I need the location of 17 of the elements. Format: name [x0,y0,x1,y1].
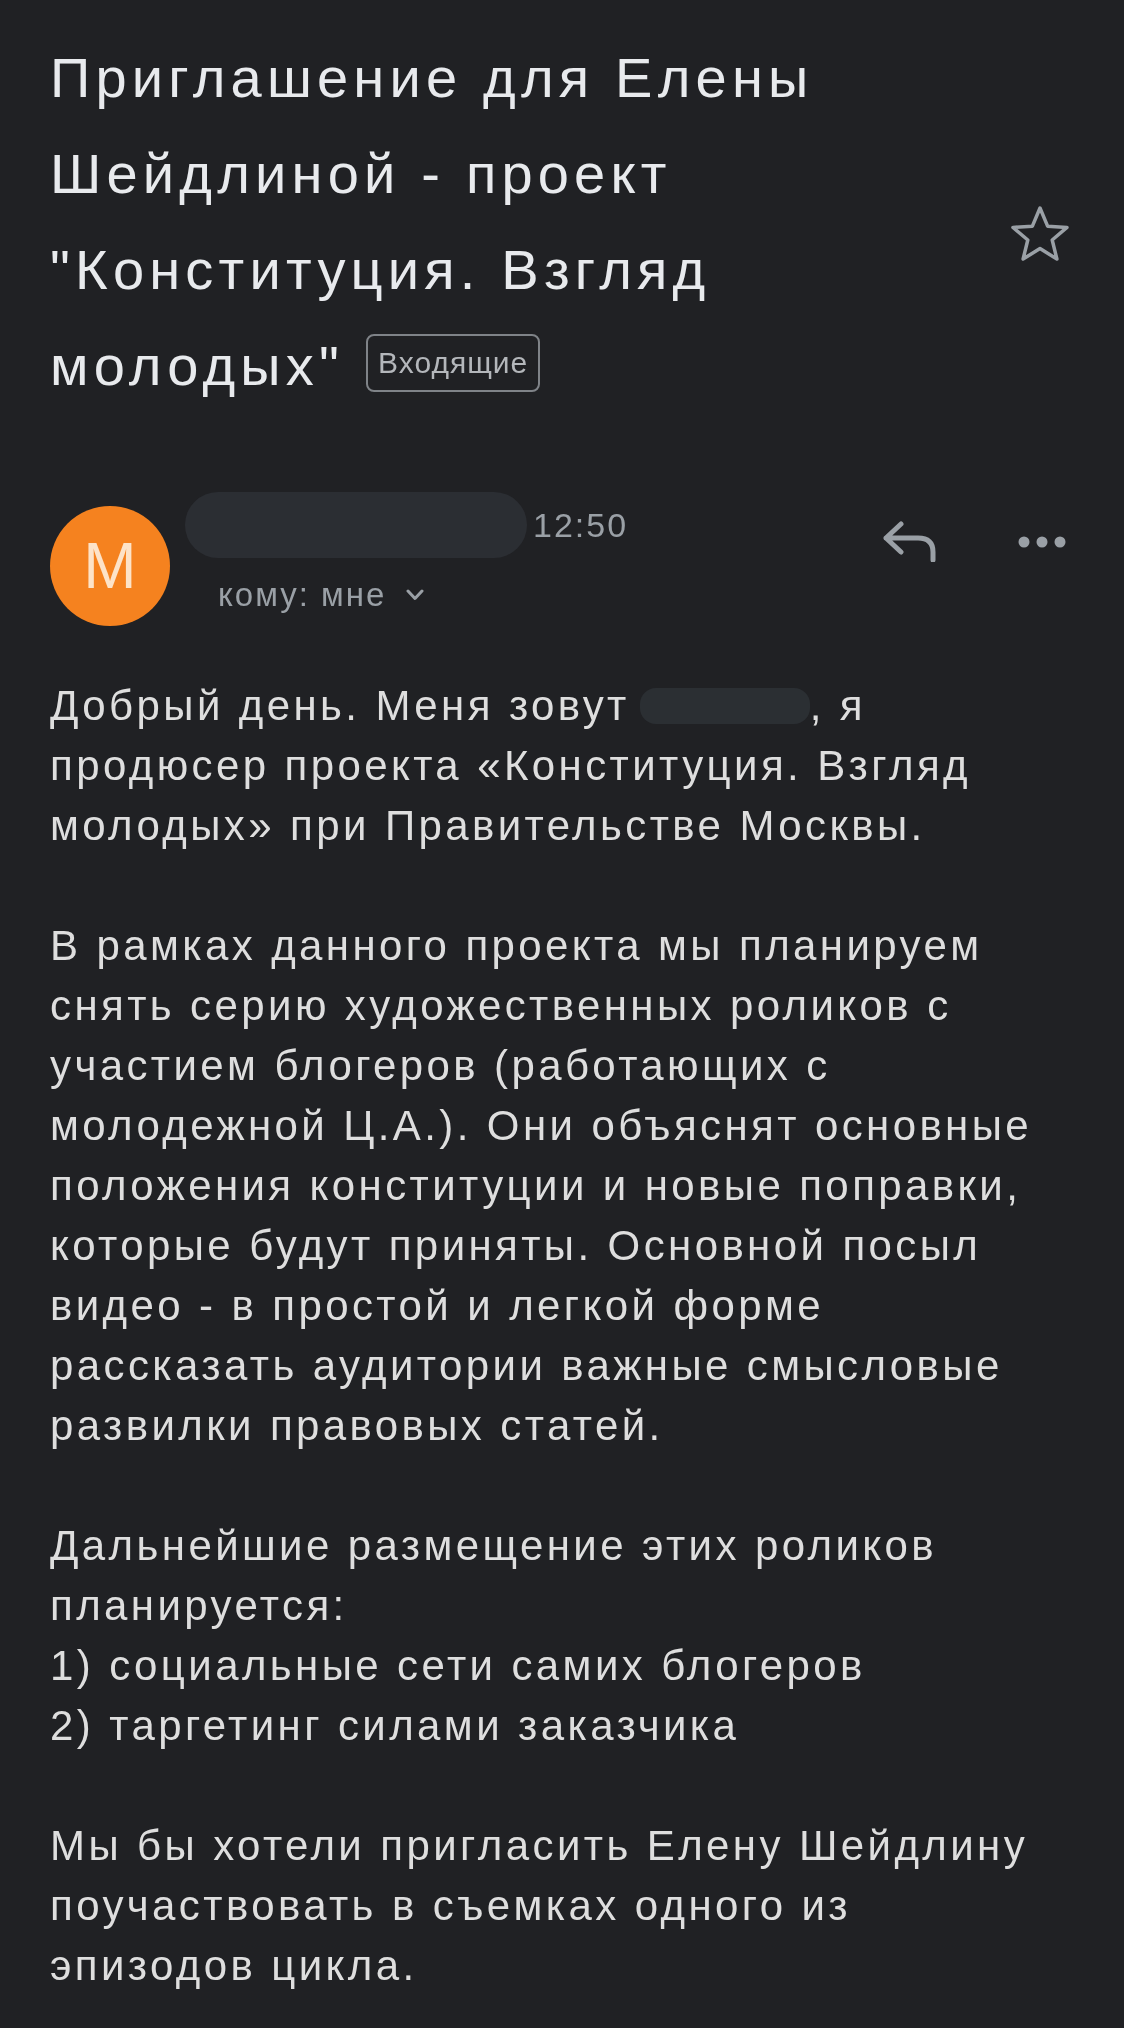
message-time: 12:50 [533,505,629,545]
list-item: 2) таргетинг силами заказчика [50,1701,741,1751]
list-item: 1) социальные сети самих блогеров [50,1641,867,1691]
star-icon[interactable] [1010,204,1070,262]
reply-icon[interactable] [882,521,936,562]
more-options-icon[interactable] [1018,535,1066,548]
email-text: , я [809,682,866,729]
email-text: Добрый день. Меня зовут [50,682,630,729]
recipient-toggle[interactable]: кому: мне [218,574,425,616]
sender-avatar: М [50,506,170,626]
email-text: продюсер проекта «Конституция. Взгляд молодых» при Правительстве Москвы. [50,742,971,849]
email-paragraph: В рамках данного проекта мы планируем снять серию художественных роликов с участием блогеров (работающих с молодежной Ц.А.). Они объяснят основные положения конституции и новые поправки, которые будут приняты. Основной посыл видео - в простой и легкой форме рассказать аудитории важные смысловые развилки правовых статей. [50,921,1034,1451]
email-subject: молодых" [50,334,345,397]
chevron-down-icon [406,589,425,601]
inbox-label: Входящие [366,334,541,392]
email-paragraph: Мы бы хотели пригласить Елену Шейдлину поучаствовать в съемках одного из эпизодов цикла. [50,1821,1030,1991]
email-paragraph: Дальнейшие размещение этих роликов планируется: [50,1521,938,1631]
